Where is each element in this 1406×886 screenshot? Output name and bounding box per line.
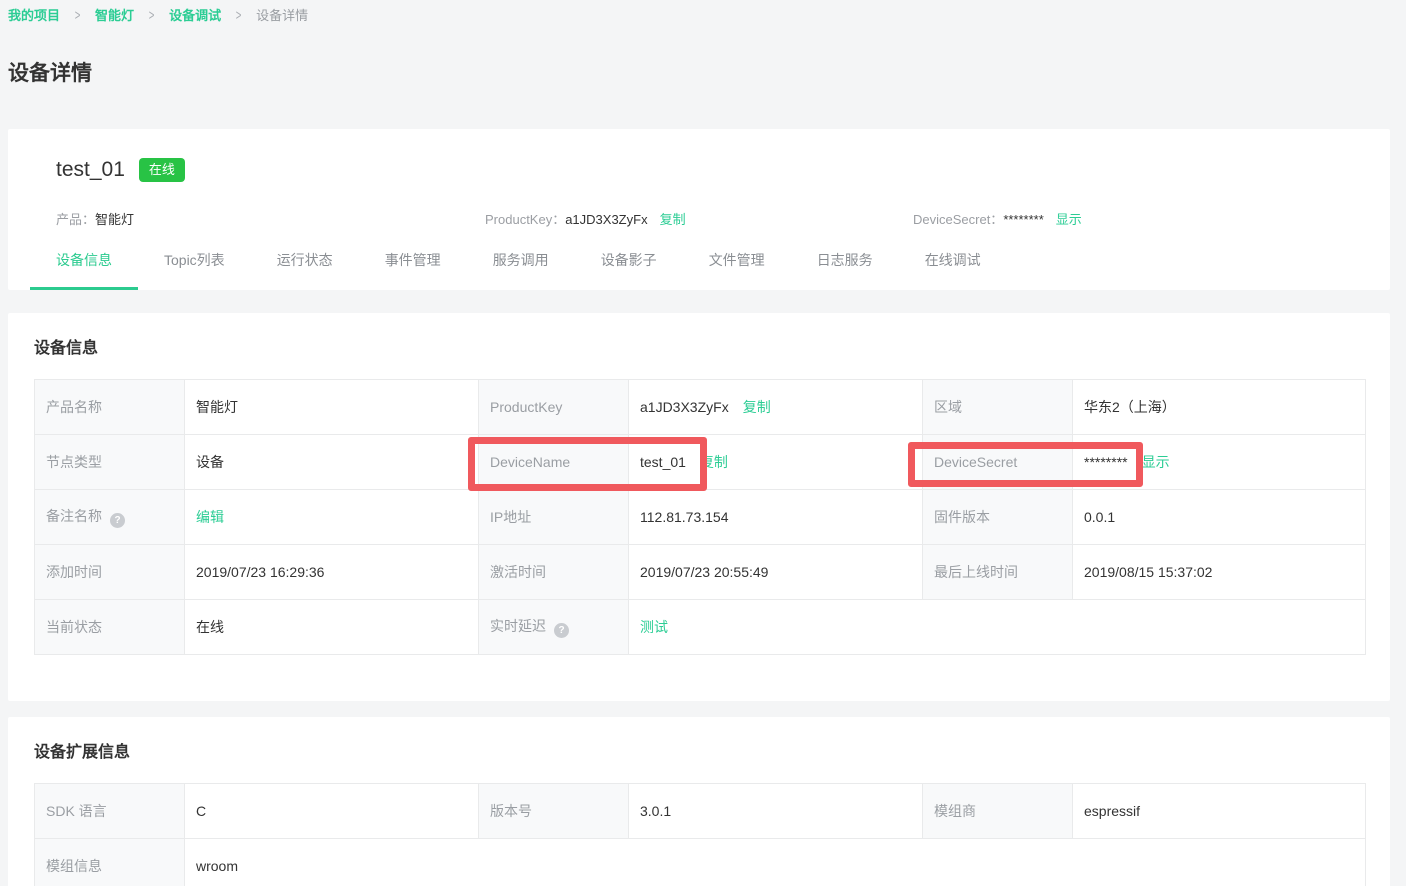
value-current-status: 在线 xyxy=(185,600,479,655)
tab-service-invocation[interactable]: 服务调用 xyxy=(467,245,575,290)
breadcrumb-current: 设备详情 xyxy=(256,5,308,24)
extended-info-table: SDK 语言 C 版本号 3.0.1 模组商 espressif 模组信息 wr… xyxy=(34,783,1366,886)
devicesecret-text: ******** xyxy=(1084,454,1128,470)
help-icon[interactable]: ? xyxy=(110,513,125,528)
meta-devicesecret: DeviceSecret：******** 显示 xyxy=(913,209,1082,227)
label-current-status: 当前状态 xyxy=(35,600,185,655)
value-sdk-language: C xyxy=(185,784,479,839)
page-title: 设备详情 xyxy=(8,57,1390,87)
extended-info-title: 设备扩展信息 xyxy=(34,743,1365,762)
devicename-text: test_01 xyxy=(640,454,686,470)
table-row: SDK 语言 C 版本号 3.0.1 模组商 espressif xyxy=(35,784,1366,839)
help-icon[interactable]: ? xyxy=(554,623,569,638)
copy-productkey-link[interactable]: 复制 xyxy=(660,212,686,227)
show-devicesecret-link[interactable]: 显示 xyxy=(1056,212,1082,227)
productkey-value: a1JD3X3ZyFx xyxy=(565,212,647,227)
meta-product: 产品：智能灯 xyxy=(56,209,485,227)
value-last-online-time: 2019/08/15 15:37:02 xyxy=(1073,545,1366,600)
label-module-info: 模组信息 xyxy=(35,839,185,886)
realtime-delay-text: 实时延迟 xyxy=(490,618,546,634)
tab-device-shadow[interactable]: 设备影子 xyxy=(575,245,683,290)
chevron-right-icon: > xyxy=(75,6,81,24)
table-row: 当前状态 在线 实时延迟? 测试 xyxy=(35,600,1366,655)
tab-event-management[interactable]: 事件管理 xyxy=(359,245,467,290)
device-info-title: 设备信息 xyxy=(34,339,1365,358)
label-productkey: ProductKey xyxy=(479,380,629,435)
status-badge: 在线 xyxy=(139,158,185,182)
devicesecret-value: ******** xyxy=(1003,212,1043,227)
value-devicesecret: ******** 显示 xyxy=(1073,435,1366,490)
value-region: 华东2（上海） xyxy=(1073,380,1366,435)
device-info-table: 产品名称 智能灯 ProductKey a1JD3X3ZyFx 复制 区域 华东2… xyxy=(34,379,1366,655)
value-version-number: 3.0.1 xyxy=(629,784,923,839)
label-product-name: 产品名称 xyxy=(35,380,185,435)
label-ip-address: IP地址 xyxy=(479,490,629,545)
label-module-vendor: 模组商 xyxy=(923,784,1073,839)
meta-productkey: ProductKey：a1JD3X3ZyFx 复制 xyxy=(485,209,913,227)
value-activation-time: 2019/07/23 20:55:49 xyxy=(629,545,923,600)
label-activation-time: 激活时间 xyxy=(479,545,629,600)
remark-name-text: 备注名称 xyxy=(46,508,102,524)
table-row: 添加时间 2019/07/23 16:29:36 激活时间 2019/07/23… xyxy=(35,545,1366,600)
tab-bar: 设备信息 Topic列表 运行状态 事件管理 服务调用 设备影子 文件管理 日志… xyxy=(30,245,1342,290)
value-node-type: 设备 xyxy=(185,435,479,490)
label-version-number: 版本号 xyxy=(479,784,629,839)
tab-online-debug[interactable]: 在线调试 xyxy=(899,245,1007,290)
product-label: 产品： xyxy=(56,212,95,227)
value-devicename: test_01 复制 xyxy=(629,435,923,490)
label-region: 区域 xyxy=(923,380,1073,435)
breadcrumb: 我的项目 > 智能灯 > 设备调试 > 设备详情 xyxy=(8,0,1390,24)
test-delay-link[interactable]: 测试 xyxy=(640,619,668,635)
copy-productkey-cell-link[interactable]: 复制 xyxy=(743,399,771,415)
chevron-right-icon: > xyxy=(236,6,242,24)
tab-log-service[interactable]: 日志服务 xyxy=(791,245,899,290)
breadcrumb-device-debug[interactable]: 设备调试 xyxy=(169,5,221,24)
device-name: test_01 xyxy=(56,158,125,182)
value-remark-name: 编辑 xyxy=(185,490,479,545)
product-value: 智能灯 xyxy=(95,212,134,227)
productkey-text: a1JD3X3ZyFx xyxy=(640,399,729,415)
label-last-online-time: 最后上线时间 xyxy=(923,545,1073,600)
value-module-info: wroom xyxy=(185,839,1366,886)
tab-topic-list[interactable]: Topic列表 xyxy=(138,245,251,290)
table-row: 模组信息 wroom xyxy=(35,839,1366,886)
value-added-time: 2019/07/23 16:29:36 xyxy=(185,545,479,600)
label-sdk-language: SDK 语言 xyxy=(35,784,185,839)
device-name-row: test_01 在线 xyxy=(56,155,1342,185)
value-ip-address: 112.81.73.154 xyxy=(629,490,923,545)
value-realtime-delay: 测试 xyxy=(629,600,1366,655)
breadcrumb-my-projects[interactable]: 我的项目 xyxy=(8,5,60,24)
label-devicename: DeviceName xyxy=(479,435,629,490)
devicesecret-label: DeviceSecret： xyxy=(913,212,1003,227)
page: 我的项目 > 智能灯 > 设备调试 > 设备详情 设备详情 test_01 在线… xyxy=(0,0,1406,886)
device-header-card: test_01 在线 产品：智能灯 ProductKey：a1JD3X3ZyFx… xyxy=(8,129,1390,290)
chevron-right-icon: > xyxy=(149,6,155,24)
value-productkey: a1JD3X3ZyFx 复制 xyxy=(629,380,923,435)
edit-remark-link[interactable]: 编辑 xyxy=(196,509,224,525)
device-info-card: 设备信息 产品名称 智能灯 ProductKey a1JD3X3ZyFx 复制 区… xyxy=(8,313,1390,701)
label-devicesecret: DeviceSecret xyxy=(923,435,1073,490)
tab-file-management[interactable]: 文件管理 xyxy=(683,245,791,290)
tab-device-info[interactable]: 设备信息 xyxy=(30,245,138,290)
label-firmware-version: 固件版本 xyxy=(923,490,1073,545)
extended-info-card: 设备扩展信息 SDK 语言 C 版本号 3.0.1 模组商 espressif … xyxy=(8,717,1390,886)
copy-devicename-cell-link[interactable]: 复制 xyxy=(700,454,728,470)
table-row: 产品名称 智能灯 ProductKey a1JD3X3ZyFx 复制 区域 华东2… xyxy=(35,380,1366,435)
label-node-type: 节点类型 xyxy=(35,435,185,490)
device-meta-row: 产品：智能灯 ProductKey：a1JD3X3ZyFx 复制 DeviceSe… xyxy=(56,209,1342,227)
label-remark-name: 备注名称? xyxy=(35,490,185,545)
table-row: 备注名称? 编辑 IP地址 112.81.73.154 固件版本 0.0.1 xyxy=(35,490,1366,545)
tab-running-status[interactable]: 运行状态 xyxy=(251,245,359,290)
breadcrumb-smart-lamp[interactable]: 智能灯 xyxy=(95,5,134,24)
value-firmware-version: 0.0.1 xyxy=(1073,490,1366,545)
value-module-vendor: espressif xyxy=(1073,784,1366,839)
table-row: 节点类型 设备 DeviceName test_01 复制 DeviceSecre… xyxy=(35,435,1366,490)
label-realtime-delay: 实时延迟? xyxy=(479,600,629,655)
value-product-name: 智能灯 xyxy=(185,380,479,435)
productkey-label: ProductKey： xyxy=(485,212,565,227)
label-added-time: 添加时间 xyxy=(35,545,185,600)
show-devicesecret-cell-link[interactable]: 显示 xyxy=(1142,454,1170,470)
